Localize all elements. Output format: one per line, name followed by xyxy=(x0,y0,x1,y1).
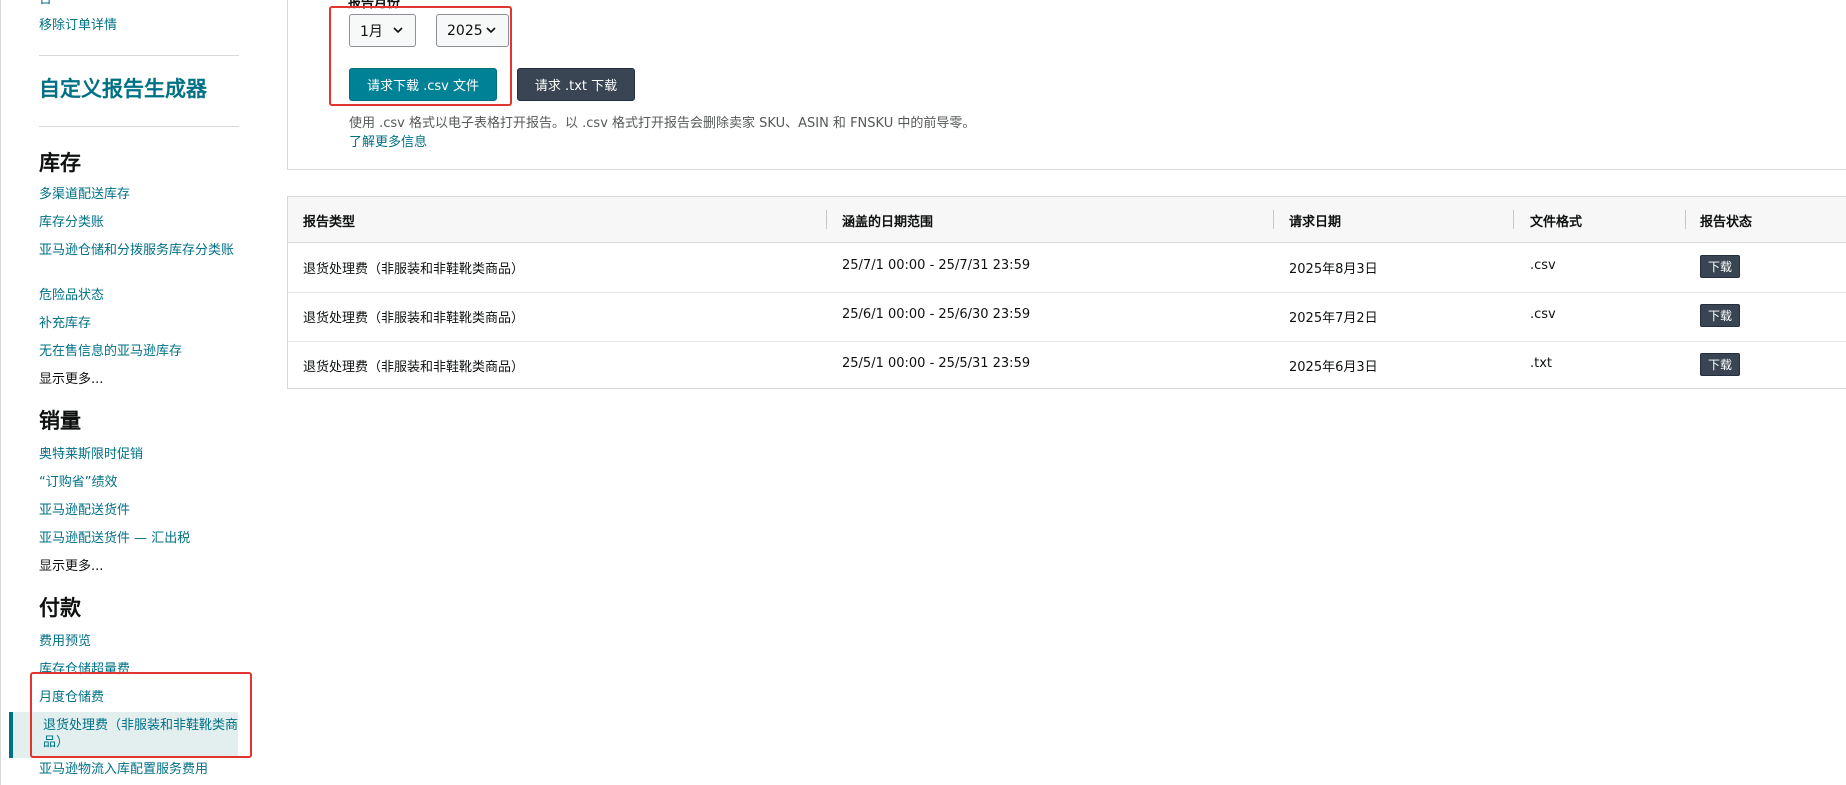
column-header-date-range: 涵盖的日期范围 xyxy=(842,215,934,230)
cell-date-range: 25/5/1 00:00 - 25/5/31 23:59 xyxy=(842,356,1031,371)
column-header-report-type: 报告类型 xyxy=(303,215,356,230)
sidebar-heading-payments: 付款 xyxy=(39,596,81,620)
sidebar-item[interactable]: “订购省”绩效 xyxy=(39,475,117,491)
download-button[interactable]: 下载 xyxy=(1700,353,1740,376)
sidebar-item-removal-order-detail[interactable]: 移除订单详情 xyxy=(39,18,117,34)
sidebar-item[interactable]: 亚马逊配送货件 — 汇出税 xyxy=(39,531,190,547)
sidebar-heading-inventory: 库存 xyxy=(39,151,81,175)
sidebar-heading-sales: 销量 xyxy=(39,409,81,433)
show-more-link[interactable]: 显示更多... xyxy=(39,559,103,575)
csv-help-text: 使用 .csv 格式以电子表格打开报告。以 .csv 格式打开报告会删除卖家 S… xyxy=(349,116,976,131)
annotation-highlight-form xyxy=(329,6,512,106)
cell-report-type: 退货处理费（非服装和非鞋靴类商品） xyxy=(303,311,525,326)
cell-request-date: 2025年8月3日 xyxy=(1289,262,1378,277)
sidebar-item[interactable]: 亚马逊仓储和分拨服务库存分类账 xyxy=(39,243,239,259)
annotation-highlight-sidebar xyxy=(30,672,252,758)
download-button[interactable]: 下载 xyxy=(1700,255,1740,278)
column-divider xyxy=(1513,210,1514,229)
column-divider xyxy=(826,210,827,229)
sidebar-divider xyxy=(39,126,239,127)
table-row: 退货处理费（非服装和非鞋靴类商品） 25/5/1 00:00 - 25/5/31… xyxy=(288,341,1846,390)
sidebar-item[interactable]: 亚马逊物流入库配置服务费用 xyxy=(39,762,208,778)
sidebar-item[interactable]: 奥特莱斯限时促销 xyxy=(39,447,143,463)
sidebar-item[interactable]: 亚马逊配送货件 xyxy=(39,503,130,519)
column-header-request-date: 请求日期 xyxy=(1289,215,1342,230)
cell-request-date: 2025年6月3日 xyxy=(1289,360,1378,375)
sidebar-item[interactable]: 补充库存 xyxy=(39,316,91,332)
sidebar-item[interactable]: 危险品状态 xyxy=(39,288,104,304)
cell-date-range: 25/7/1 00:00 - 25/7/31 23:59 xyxy=(842,258,1031,273)
sidebar-item[interactable]: 无在售信息的亚马逊库存 xyxy=(39,344,182,360)
cell-request-date: 2025年7月2日 xyxy=(1289,311,1378,326)
sidebar: 台 移除订单详情 自定义报告生成器 库存 多渠道配送库存 库存分类账 亚马逊仓储… xyxy=(0,0,241,785)
learn-more-link[interactable]: 了解更多信息 xyxy=(349,131,427,150)
table-row: 退货处理费（非服装和非鞋靴类商品） 25/6/1 00:00 - 25/6/30… xyxy=(288,292,1846,342)
reports-table: 报告类型 涵盖的日期范围 请求日期 文件格式 报告状态 退货处理费（非服装和非鞋… xyxy=(287,196,1846,389)
column-divider xyxy=(1273,210,1274,229)
cell-file-format: .csv xyxy=(1530,258,1556,273)
column-header-file-format: 文件格式 xyxy=(1530,215,1583,230)
sidebar-item[interactable]: 多渠道配送库存 xyxy=(39,187,130,203)
cell-file-format: .csv xyxy=(1530,307,1556,322)
sidebar-title: 自定义报告生成器 xyxy=(39,77,207,101)
show-more-link[interactable]: 显示更多... xyxy=(39,372,103,388)
download-button[interactable]: 下载 xyxy=(1700,304,1740,327)
cell-report-type: 退货处理费（非服装和非鞋靴类商品） xyxy=(303,360,525,375)
cell-file-format: .txt xyxy=(1530,356,1553,371)
column-header-report-status: 报告状态 xyxy=(1700,215,1753,230)
cell-date-range: 25/6/1 00:00 - 25/6/30 23:59 xyxy=(842,307,1031,322)
sidebar-item[interactable]: 库存分类账 xyxy=(39,215,104,231)
table-row: 退货处理费（非服装和非鞋靴类商品） 25/7/1 00:00 - 25/7/31… xyxy=(288,243,1846,293)
cell-report-type: 退货处理费（非服装和非鞋靴类商品） xyxy=(303,262,525,277)
sidebar-divider xyxy=(39,55,239,56)
sidebar-item-partial[interactable]: 台 xyxy=(39,0,52,8)
sidebar-item[interactable]: 费用预览 xyxy=(39,634,91,650)
request-txt-download-button[interactable]: 请求 .txt 下载 xyxy=(517,68,635,101)
column-divider xyxy=(1685,210,1686,229)
table-header: 报告类型 涵盖的日期范围 请求日期 文件格式 报告状态 xyxy=(288,197,1846,243)
